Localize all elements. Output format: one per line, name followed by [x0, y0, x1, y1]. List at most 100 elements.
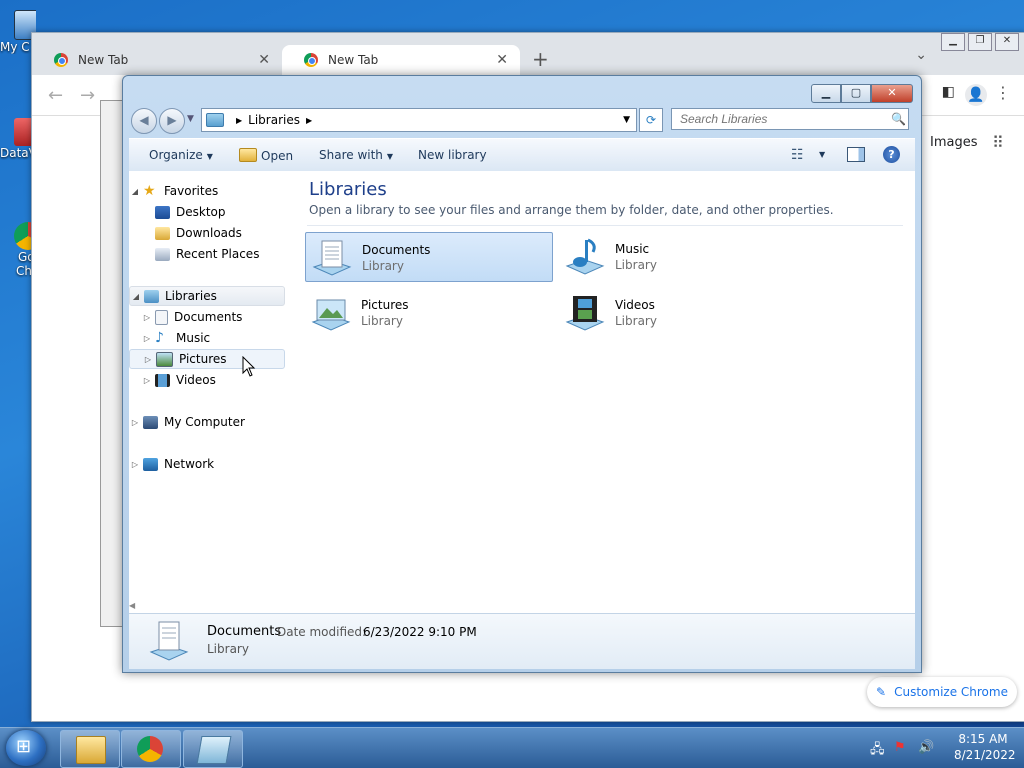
nav-label: Downloads — [176, 226, 242, 240]
pictures-library-icon — [311, 299, 351, 331]
expanded-arrow-icon[interactable]: ◢ — [129, 187, 141, 196]
libraries-icon — [206, 113, 224, 127]
restore-button[interactable]: ❐ — [968, 33, 992, 51]
close-button[interactable]: ✕ — [871, 84, 913, 103]
address-dropdown-icon[interactable]: ▼ — [623, 115, 630, 125]
forward-button[interactable]: ▶ — [159, 108, 185, 134]
details-pane: Documents Date modified: 6/23/2022 9:10 … — [129, 613, 915, 669]
menu-icon[interactable]: ⋮ — [995, 83, 1011, 102]
nav-item-music[interactable]: ▷ ♪ Music — [129, 328, 297, 348]
page-title: Libraries — [309, 179, 387, 200]
nav-item-documents[interactable]: ▷ Documents — [129, 307, 297, 327]
minimize-button[interactable]: ▁ — [941, 33, 965, 51]
library-tile-videos[interactable]: Videos Library — [559, 288, 807, 338]
breadcrumb-arrow-icon[interactable]: ▶ — [236, 116, 242, 125]
taskbar-explorer-button[interactable] — [60, 730, 120, 768]
volume-icon[interactable]: 🔊 — [918, 740, 934, 755]
breadcrumb-arrow-icon[interactable]: ▶ — [306, 116, 312, 125]
side-panel-icon[interactable]: ◧ — [942, 84, 955, 100]
command-bar: Organize ▼ Open Share with ▼ New library ☷… — [129, 138, 915, 172]
forward-arrow-icon[interactable]: → — [80, 85, 95, 106]
star-icon: ★ — [143, 182, 156, 199]
nav-item-recent-places[interactable]: Recent Places — [129, 244, 297, 264]
taskbar-app-button[interactable] — [183, 730, 243, 768]
expanded-arrow-icon[interactable]: ◢ — [130, 292, 142, 301]
customize-label: Customize Chrome — [894, 685, 1008, 699]
search-icon[interactable]: 🔍 — [891, 112, 906, 126]
tab-close-icon[interactable]: ✕ — [258, 52, 270, 68]
collapsed-arrow-icon[interactable]: ▷ — [141, 376, 153, 385]
address-bar[interactable]: ▶ Libraries ▶ ▼ — [201, 108, 637, 132]
chrome-favicon-icon — [304, 53, 318, 67]
nav-item-downloads[interactable]: Downloads — [129, 223, 297, 243]
organize-button[interactable]: Organize ▼ — [149, 148, 213, 162]
nav-label: Favorites — [164, 184, 219, 198]
nav-label: Libraries — [165, 289, 217, 303]
start-button[interactable] — [6, 730, 46, 766]
desktop-icon-label: My C — [0, 40, 30, 54]
scroll-left-arrow-icon[interactable]: ◀ — [129, 601, 135, 610]
nav-item-my-computer[interactable]: ▷ My Computer — [129, 412, 285, 432]
collapsed-arrow-icon[interactable]: ▷ — [142, 355, 154, 364]
profile-avatar-icon[interactable]: 👤 — [965, 84, 987, 106]
back-arrow-icon[interactable]: ← — [48, 85, 63, 106]
tile-type: Library — [615, 314, 657, 328]
recent-pages-dropdown[interactable]: ▼ — [187, 114, 194, 124]
content-pane: Libraries Open a library to see your fil… — [289, 171, 915, 613]
maximize-button[interactable]: ▢ — [841, 84, 871, 103]
images-link[interactable]: Images — [930, 135, 978, 150]
downloads-folder-icon — [155, 226, 170, 240]
network-tray-icon[interactable]: 🖧 — [870, 740, 885, 762]
chrome-tab-1[interactable]: New Tab ✕ — [32, 45, 282, 75]
film-strip-icon — [155, 373, 170, 387]
breadcrumb-libraries[interactable]: Libraries — [248, 113, 300, 127]
back-button[interactable]: ◀ — [131, 108, 157, 134]
new-library-button[interactable]: New library — [418, 148, 487, 162]
tile-name: Pictures — [361, 298, 409, 312]
nav-item-libraries[interactable]: ◢ Libraries — [129, 286, 285, 306]
open-button[interactable]: Open — [239, 148, 293, 163]
new-tab-button[interactable]: + — [532, 47, 549, 71]
tab-close-icon[interactable]: ✕ — [496, 52, 508, 68]
customize-chrome-button[interactable]: ✎ Customize Chrome — [867, 677, 1017, 707]
view-dropdown-icon[interactable]: ▼ — [819, 150, 825, 159]
change-view-icon[interactable]: ☷ — [791, 147, 804, 163]
folder-open-icon — [239, 148, 257, 162]
taskbar-chrome-button[interactable] — [121, 730, 181, 768]
share-with-button[interactable]: Share with ▼ — [319, 148, 393, 162]
collapsed-arrow-icon[interactable]: ▷ — [129, 418, 141, 427]
collapsed-arrow-icon[interactable]: ▷ — [129, 460, 141, 469]
chrome-tab-2[interactable]: New Tab ✕ — [282, 45, 520, 75]
library-tile-music[interactable]: Music Library — [559, 232, 807, 282]
apps-grid-icon[interactable]: ⠿ — [992, 133, 1004, 152]
help-icon[interactable]: ? — [883, 146, 900, 163]
nav-item-network[interactable]: ▷ Network — [129, 454, 285, 474]
clock-time[interactable]: 8:15 AM — [954, 732, 1012, 746]
search-input[interactable] — [671, 108, 909, 130]
nav-item-videos[interactable]: ▷ Videos — [129, 370, 297, 390]
system-tray: 🖧 ⚑ 🔊 8:15 AM 8/21/2022 — [854, 728, 1024, 768]
documents-icon — [155, 309, 168, 325]
desktop-icon — [155, 205, 170, 219]
library-tile-pictures[interactable]: Pictures Library — [305, 288, 553, 338]
folder-icon — [76, 736, 106, 764]
minimize-button[interactable]: ▁ — [811, 84, 841, 103]
nav-item-desktop[interactable]: Desktop — [129, 202, 297, 222]
clock-date[interactable]: 8/21/2022 — [954, 748, 1016, 762]
tab-search-chevron-icon[interactable]: ⌄ — [915, 47, 927, 63]
tab-title: New Tab — [328, 53, 379, 67]
preview-pane-icon[interactable] — [847, 147, 865, 162]
collapsed-arrow-icon[interactable]: ▷ — [141, 334, 153, 343]
nav-item-pictures[interactable]: ▷ Pictures — [129, 349, 285, 369]
dropdown-arrow-icon: ▼ — [386, 152, 394, 161]
collapsed-arrow-icon[interactable]: ▷ — [141, 313, 153, 322]
close-button[interactable]: ✕ — [995, 33, 1019, 51]
action-center-flag-icon[interactable]: ⚑ — [894, 740, 906, 755]
tile-type: Library — [615, 258, 657, 272]
tile-type: Library — [362, 259, 404, 273]
refresh-button[interactable]: ⟳ — [639, 108, 663, 132]
library-tile-documents[interactable]: Documents Library — [305, 232, 553, 282]
nav-item-favorites[interactable]: ◢ ★ Favorites — [129, 181, 285, 201]
navigation-pane: ◢ ★ Favorites Desktop Downloads Recent P… — [129, 171, 290, 613]
tile-type: Library — [361, 314, 403, 328]
